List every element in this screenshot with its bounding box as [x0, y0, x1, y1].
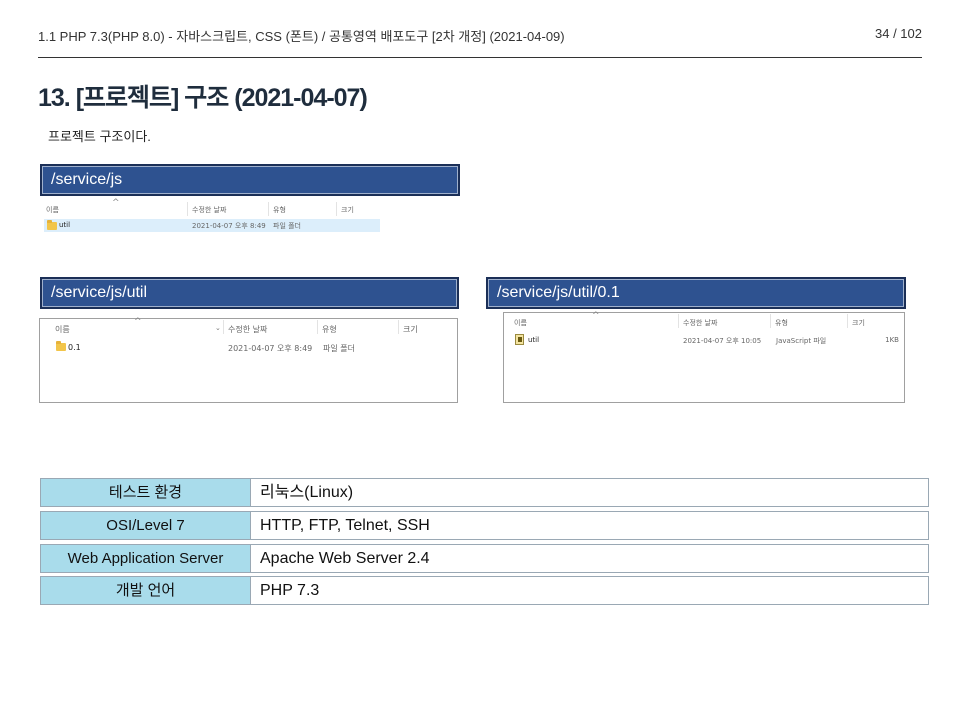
file-type: 파일 폴더 [323, 344, 355, 353]
sort-caret-icon: ^ [112, 198, 120, 208]
column-separator [398, 320, 399, 334]
column-separator [847, 314, 848, 328]
column-date[interactable]: 수정한 날짜 [192, 205, 226, 215]
env-key: OSI/Level 7 [40, 511, 251, 540]
path-banner-service-js: /service/js [40, 164, 460, 196]
column-type[interactable]: 유형 [322, 324, 337, 335]
env-row-osi-level: OSI/Level 7 HTTP, FTP, Telnet, SSH [40, 511, 929, 540]
column-separator [268, 202, 269, 216]
folder-icon [47, 220, 57, 230]
page-number: 34 / 102 [875, 26, 922, 41]
path-banner-service-js-util: /service/js/util [40, 277, 459, 309]
column-type[interactable]: 유형 [273, 205, 286, 215]
file-type: JavaScript 파일 [776, 337, 827, 345]
column-name[interactable]: 이름 [46, 205, 59, 215]
header-divider [38, 57, 922, 58]
column-size[interactable]: 크기 [341, 205, 354, 215]
path-banner-service-js-util-0-1: /service/js/util/0.1 [486, 277, 906, 309]
file-type: 파일 폴더 [273, 222, 301, 230]
env-row-was: Web Application Server Apache Web Server… [40, 544, 929, 573]
explorer-column-header: 이름 ^ ⌄ 수정한 날짜 유형 크기 [40, 317, 457, 337]
file-date: 2021-04-07 오후 8:49 [192, 222, 266, 230]
column-separator [678, 314, 679, 328]
column-separator [187, 202, 188, 216]
file-name: util [59, 221, 71, 229]
folder-icon [56, 341, 66, 351]
column-size[interactable]: 크기 [852, 318, 865, 328]
column-date[interactable]: 수정한 날짜 [683, 318, 717, 328]
file-date: 2021-04-07 오후 8:49 [228, 344, 313, 353]
sort-caret-icon: ^ [134, 317, 142, 327]
explorer-service-js: 이름 ^ 수정한 날짜 유형 크기 util 2021-04-07 오후 8:4… [42, 198, 382, 235]
column-separator [336, 202, 337, 216]
explorer-service-js-util: 이름 ^ ⌄ 수정한 날짜 유형 크기 0.1 2021-04-07 오후 8:… [39, 317, 458, 403]
intro-text: 프로젝트 구조이다. [48, 129, 151, 144]
env-value: Apache Web Server 2.4 [251, 544, 929, 573]
file-row-0-1[interactable]: 0.1 2021-04-07 오후 8:49 파일 폴더 [42, 341, 455, 354]
env-key: 테스트 환경 [40, 478, 251, 507]
env-key: 개발 언어 [40, 576, 251, 605]
env-value: 리눅스(Linux) [251, 478, 929, 507]
section-title: 13. [프로젝트] 구조 (2021-04-07) [38, 84, 368, 112]
file-name: 0.1 [68, 343, 81, 352]
column-name[interactable]: 이름 [55, 324, 70, 335]
column-date[interactable]: 수정한 날짜 [228, 324, 267, 335]
column-separator [770, 314, 771, 328]
column-size[interactable]: 크기 [403, 324, 418, 335]
column-name[interactable]: 이름 [514, 318, 527, 328]
explorer-column-header: 이름 ^ 수정한 날짜 유형 크기 [42, 198, 382, 217]
column-separator [223, 320, 224, 334]
document-header: 1.1 PHP 7.3(PHP 8.0) - 자바스크립트, CSS (폰트) … [38, 26, 922, 46]
javascript-file-icon [515, 334, 524, 345]
file-row-util-js[interactable]: util 2021-04-07 오후 10:05 JavaScript 파일 1… [506, 334, 902, 347]
env-row-test-environment: 테스트 환경 리눅스(Linux) [40, 478, 929, 507]
document-title: 1.1 PHP 7.3(PHP 8.0) - 자바스크립트, CSS (폰트) … [38, 29, 565, 44]
file-name: util [528, 336, 540, 344]
env-key: Web Application Server [40, 544, 251, 573]
env-row-dev-language: 개발 언어 PHP 7.3 [40, 576, 929, 605]
env-value: PHP 7.3 [251, 576, 929, 605]
env-value: HTTP, FTP, Telnet, SSH [251, 511, 929, 540]
file-size: 1KB [885, 336, 899, 344]
chevron-down-icon[interactable]: ⌄ [215, 324, 221, 332]
explorer-service-js-util-0-1: 이름 ^ 수정한 날짜 유형 크기 util 2021-04-07 오후 10:… [503, 311, 905, 403]
explorer-column-header: 이름 ^ 수정한 날짜 유형 크기 [504, 311, 904, 329]
file-date: 2021-04-07 오후 10:05 [683, 337, 762, 345]
sort-caret-icon: ^ [592, 311, 600, 321]
column-type[interactable]: 유형 [775, 318, 788, 328]
column-separator [317, 320, 318, 334]
file-row-util[interactable]: util 2021-04-07 오후 8:49 파일 폴더 [44, 219, 380, 232]
